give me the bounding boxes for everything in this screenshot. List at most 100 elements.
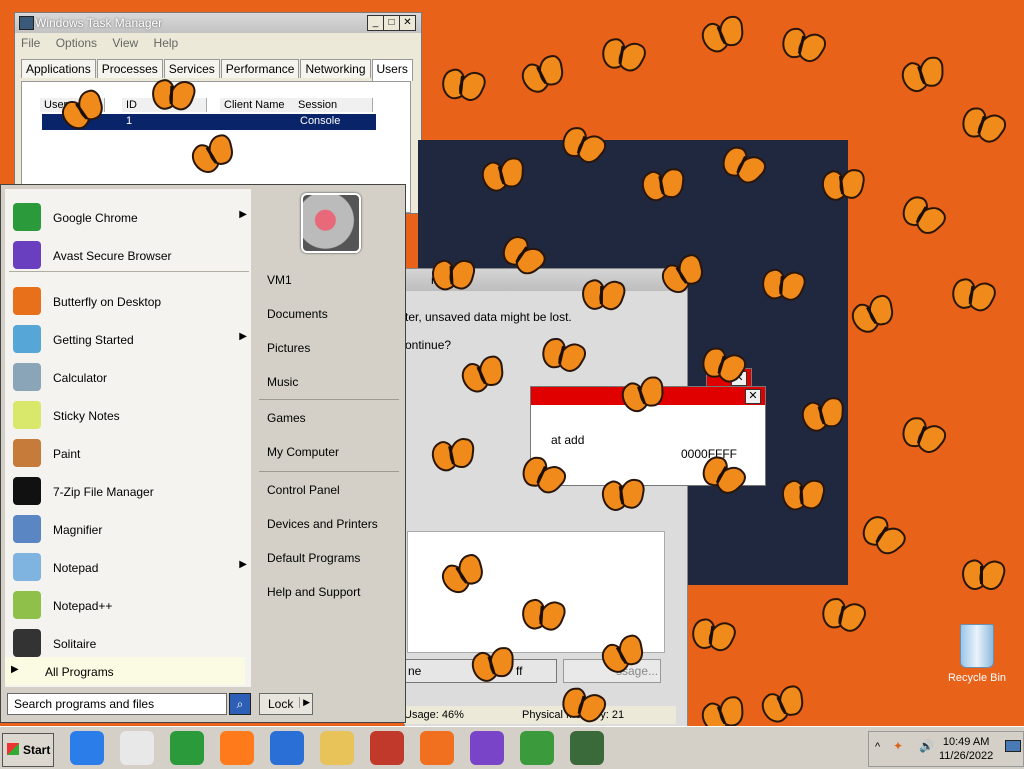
clock-time: 10:49 AM [942,736,990,748]
butterfly-icon [845,291,899,338]
butterfly-icon [578,277,629,314]
notepadpp-icon [13,591,41,619]
butterfly-icon [515,52,569,99]
start-item-notepadpp[interactable]: Notepad++ [11,587,249,621]
gecko-app-icon[interactable] [520,731,554,765]
butterfly-icon [758,266,809,305]
submenu-arrow-icon: ▶ [239,209,247,220]
firefox-icon[interactable] [220,731,254,765]
places-item-music[interactable]: Music [267,375,298,389]
start-item-butterfly[interactable]: Butterfly on Desktop [11,283,249,317]
avast-icon[interactable] [420,731,454,765]
row-id: 1 [126,115,133,127]
show-hidden-icons-icon[interactable]: ^ [875,741,880,753]
tab-processes[interactable]: Processes [96,59,163,78]
start-item-paint[interactable]: Paint [11,435,249,469]
places-item-pictures[interactable]: Pictures [267,341,310,355]
vs-code-icon[interactable] [270,731,304,765]
close-icon[interactable]: ✕ [745,389,761,404]
start-button[interactable]: Start [2,733,54,767]
start-item-calculator[interactable]: Calculator [11,359,249,393]
user-picture[interactable] [301,193,361,253]
clock-date: 11/26/2022 [939,750,994,762]
places-item-my-computer[interactable]: My Computer [267,445,339,459]
row-session: Console [300,115,341,127]
tab-applications[interactable]: Applications [21,59,96,78]
calculator-icon [13,363,41,391]
start-item-label: Getting Started [53,333,134,347]
maximize-button[interactable]: □ [383,15,400,31]
start-item-label: Avast Secure Browser [53,249,172,263]
start-item-sticky-notes[interactable]: Sticky Notes [11,397,249,431]
start-item-7zip[interactable]: 7-Zip File Manager [11,473,249,507]
minimize-button[interactable]: _ [367,15,384,31]
submenu-arrow-icon: ▶ [239,331,247,342]
lock-arrow-icon[interactable]: ▶ [299,697,310,708]
recycle-bin-label: Recycle Bin [947,672,1007,684]
network-icon[interactable] [1005,740,1021,752]
menu-file[interactable]: File [21,36,40,50]
lock-button[interactable]: Lock ▶ [259,693,313,715]
submenu-arrow-icon: ▶ [239,559,247,570]
media-player-icon[interactable] [120,731,154,765]
start-menu-places: VM1 Documents Pictures Music Games My Compute… [255,185,403,690]
places-item-default-programs[interactable]: Default Programs [267,551,360,565]
task-manager-title: Windows Task Manager [35,16,163,30]
menu-options[interactable]: Options [56,36,97,50]
menu-help[interactable]: Help [154,36,179,50]
menu-view[interactable]: View [112,36,138,50]
places-item-vm1[interactable]: VM1 [267,273,292,287]
separator [259,399,399,400]
start-item-notepad[interactable]: Notepad ▶ [11,549,249,583]
chrome-icon[interactable] [170,731,204,765]
butterfly-icon [13,287,41,315]
task-manager-icon[interactable] [570,731,604,765]
butterfly-icon [148,76,199,114]
butterfly-icon [896,413,951,458]
search-icon[interactable]: ⌕ [229,693,251,715]
start-item-avast-browser[interactable]: Avast Secure Browser [11,237,249,271]
column-session[interactable]: Session [294,98,373,112]
magnifier-icon [13,515,41,543]
task-manager-titlebar[interactable]: Windows Task Manager _ □ ✕ [15,13,421,33]
clock[interactable]: 10:49 AM 11/26/2022 [939,735,993,763]
start-item-magnifier[interactable]: Magnifier [11,511,249,545]
butterfly-body [169,85,174,105]
start-item-label: Notepad [53,561,99,575]
column-client-name[interactable]: Client Name [220,98,295,112]
start-item-label: 7-Zip File Manager [53,485,154,499]
butterfly-icon [895,191,950,239]
close-button[interactable]: ✕ [399,15,416,31]
places-item-help-and-support[interactable]: Help and Support [267,585,360,599]
sticky-notes-icon [13,401,41,429]
butterfly-icon [948,277,1000,316]
recycle-bin[interactable]: Recycle Bin [946,624,1008,684]
start-item-chrome[interactable]: Google Chrome ▶ [11,199,249,233]
start-item-label: Magnifier [53,523,103,537]
butterfly-icon [855,510,910,560]
start-item-solitaire[interactable]: Solitaire [11,625,249,659]
tab-networking[interactable]: Networking [300,59,371,78]
places-item-documents[interactable]: Documents [267,307,328,321]
places-item-devices-and-printers[interactable]: Devices and Printers [267,517,378,531]
start-item-getting-started[interactable]: Getting Started ▶ [11,321,249,355]
tab-performance[interactable]: Performance [220,59,300,78]
file-explorer-icon[interactable] [320,731,354,765]
search-input[interactable]: Search programs and files [7,693,227,715]
internet-explorer-icon[interactable] [70,731,104,765]
butterfly-icon [956,104,1011,148]
all-programs[interactable]: ▶ All Programs [5,657,245,685]
chrome-icon [13,203,41,231]
butterfly-body [980,566,983,584]
red-app-icon[interactable] [370,731,404,765]
volume-icon[interactable]: 🔊 [919,739,934,753]
butterfly-body [599,285,604,305]
places-item-control-panel[interactable]: Control Panel [267,483,340,497]
notepad-icon [13,553,41,581]
tab-users[interactable]: Users [371,59,413,81]
places-item-games[interactable]: Games [267,411,306,425]
butterfly-tray-icon[interactable]: ✦ [893,739,903,753]
avast-browser-icon[interactable] [470,731,504,765]
butterfly-icon [596,476,647,515]
tab-services[interactable]: Services [163,59,220,78]
